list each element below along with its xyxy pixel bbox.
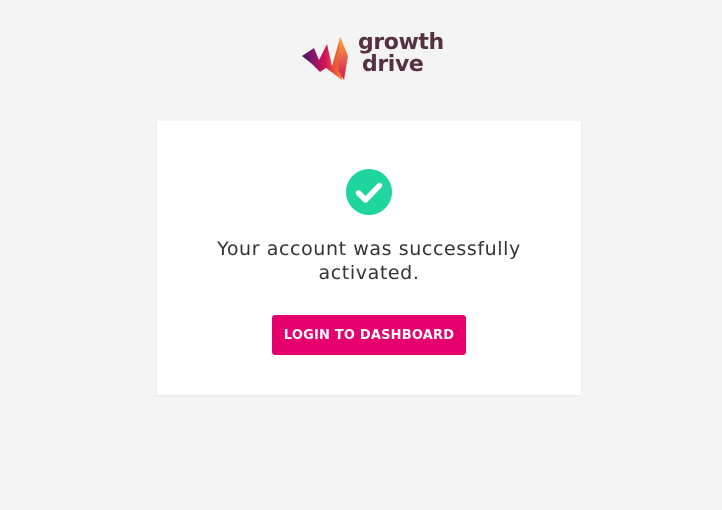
login-to-dashboard-button[interactable]: LOGIN TO DASHBOARD — [272, 315, 466, 355]
activation-card: Your account was successfully activated.… — [157, 121, 581, 395]
growth-drive-logo-icon — [302, 36, 348, 80]
brand-wordmark: growth drive — [358, 32, 444, 76]
brand-logo: growth drive — [300, 30, 444, 84]
check-circle-icon — [346, 169, 392, 215]
activation-message: Your account was successfully activated. — [217, 238, 521, 284]
brand-wordmark-line2: drive — [362, 52, 424, 77]
